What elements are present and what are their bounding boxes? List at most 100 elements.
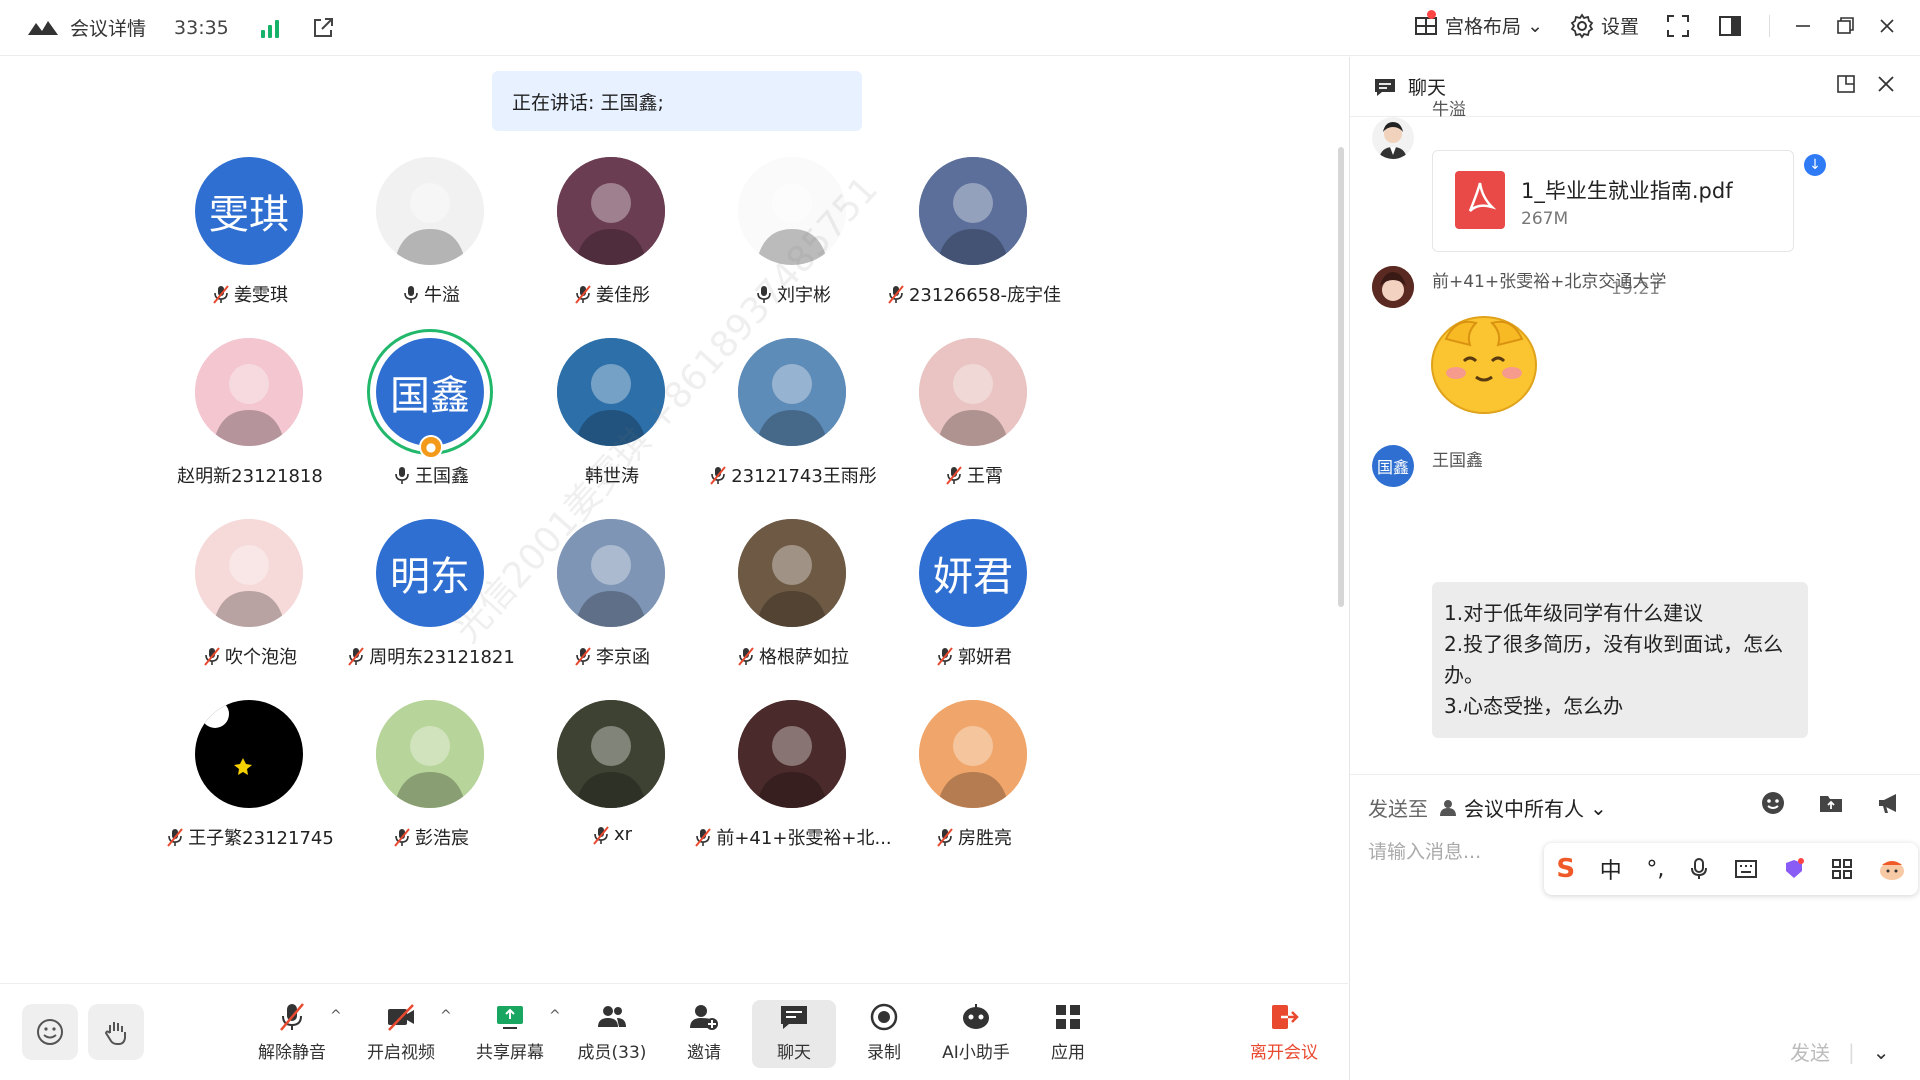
unmute-button[interactable]: 解除静音 — [250, 1000, 334, 1068]
participant-avatar — [919, 157, 1027, 265]
folder-icon[interactable] — [1817, 789, 1845, 817]
meeting-details-link[interactable]: 会议详情 — [70, 14, 146, 41]
share-link-icon[interactable] — [311, 16, 335, 40]
apps-label: 应用 — [1051, 1043, 1085, 1063]
avatar-photo-icon — [557, 519, 665, 627]
sidebar-toggle-icon[interactable] — [1717, 13, 1743, 39]
leave-label: 离开会议 — [1250, 1043, 1318, 1063]
start-video-button[interactable]: 开启视频 — [359, 1000, 443, 1068]
share-options-caret[interactable]: ^ — [549, 1008, 561, 1024]
active-speaker-banner: 正在讲话: 王国鑫; — [492, 71, 862, 131]
settings-button[interactable]: 设置 — [1569, 12, 1639, 39]
avatar-photo-icon — [557, 338, 665, 446]
send-button[interactable]: 发送 — [1790, 1037, 1830, 1066]
apps-button[interactable]: 应用 — [1026, 1000, 1110, 1068]
message-line: 1.对于低年级同学有什么建议 — [1444, 601, 1704, 625]
file-attachment-card[interactable]: 1_毕业生就业指南.pdf 267M — [1432, 150, 1794, 252]
participant-name: 王霄 — [967, 466, 1003, 487]
participant-avatar: 妍君 — [919, 519, 1027, 627]
punctuation-icon[interactable]: °, — [1646, 857, 1664, 882]
participant-tile[interactable]: 房胜亮 — [864, 700, 1084, 910]
video-off-icon — [388, 1004, 414, 1031]
mic-muted-icon — [204, 647, 220, 666]
mic-muted-icon — [593, 825, 609, 845]
pdf-file-icon — [1455, 171, 1505, 229]
participant-name: 牛溢 — [424, 285, 460, 306]
popout-icon[interactable] — [1835, 73, 1857, 95]
recipient-label: 会议中所有人 — [1464, 797, 1584, 821]
audio-options-caret[interactable]: ^ — [330, 1008, 342, 1024]
chat-panel: 聊天 牛溢 1_毕业生就业指南.pdf 267M ↓ 19:21 前+41+张雯… — [1349, 57, 1920, 1080]
message-input[interactable]: 请输入消息... — [1368, 837, 1481, 864]
participant-name: 郭妍君 — [958, 647, 1012, 668]
restore-icon[interactable] — [1832, 13, 1858, 39]
stage-scrollbar[interactable] — [1338, 147, 1344, 607]
mic-off-icon — [280, 1003, 304, 1031]
participant-tile[interactable]: 23126658-庞宇佳 — [864, 157, 1084, 367]
record-label: 录制 — [867, 1043, 901, 1063]
participant-avatar: 国鑫 — [376, 338, 484, 446]
hand-icon — [104, 1022, 126, 1045]
avatar-photo-icon — [195, 338, 303, 446]
emoji-reaction-button[interactable] — [22, 1004, 78, 1060]
message-sender: 王国鑫 — [1432, 451, 1483, 471]
avatar-photo-icon — [557, 157, 665, 265]
fullscreen-icon[interactable] — [1665, 13, 1691, 39]
start-video-label: 开启视频 — [367, 1043, 435, 1063]
meeting-controls-bar: 解除静音 ^ 开启视频 ^ 共享屏幕 ^ 成员(33) 邀请 聊天 录制 AI小… — [0, 983, 1348, 1080]
invite-button[interactable]: 邀请 — [662, 1000, 746, 1068]
divider: | — [1848, 1039, 1855, 1064]
avatar-photo-icon — [738, 157, 846, 265]
members-button[interactable]: 成员(33) — [570, 1000, 654, 1068]
leave-meeting-button[interactable]: 离开会议 — [1242, 1000, 1326, 1068]
megaphone-icon[interactable] — [1875, 789, 1903, 817]
share-screen-label: 共享屏幕 — [476, 1043, 544, 1063]
share-screen-button[interactable]: 共享屏幕 — [468, 1000, 552, 1068]
record-icon — [870, 1003, 898, 1031]
smile-icon — [37, 1019, 63, 1045]
message-line: 2.投了很多简历，没有收到面试，怎么办。 — [1444, 632, 1784, 687]
mascot-icon[interactable] — [1878, 857, 1906, 881]
avatar[interactable]: 国鑫 — [1372, 445, 1414, 487]
avatar-photo-icon — [738, 519, 846, 627]
avatar-photo-icon — [376, 700, 484, 808]
participant-name: 吹个泡泡 — [225, 647, 297, 668]
participant-name: 23126658-庞宇佳 — [908, 285, 1062, 306]
voice-input-icon[interactable] — [1689, 857, 1709, 881]
avatar[interactable] — [1372, 117, 1414, 159]
top-bar: 会议详情 33:35 宫格布局 ⌄ 设置 — [0, 0, 1920, 56]
avatar-photo-icon — [919, 700, 1027, 808]
message-line: 3.心态受挫，怎么办 — [1444, 694, 1624, 718]
layout-button[interactable]: 宫格布局 ⌄ — [1413, 10, 1543, 39]
message-bubble[interactable]: 1.对于低年级同学有什么建议 2.投了很多简历，没有收到面试，怎么办。 3.心态… — [1432, 582, 1808, 738]
participant-tile[interactable]: 妍君郭妍君 — [864, 519, 1084, 729]
emoji-icon[interactable] — [1759, 789, 1787, 817]
video-options-caret[interactable]: ^ — [440, 1008, 452, 1024]
avatar[interactable] — [1372, 266, 1414, 308]
keyboard-icon[interactable] — [1734, 859, 1758, 879]
ai-assistant-button[interactable]: AI小助手 — [934, 1000, 1018, 1068]
participant-avatar — [195, 519, 303, 627]
send-options-chevron-icon[interactable]: ⌄ — [1873, 1040, 1890, 1064]
sogou-logo-icon[interactable]: S — [1556, 854, 1575, 884]
mic-icon — [757, 286, 771, 303]
mic-muted-icon — [946, 466, 962, 485]
participant-name: 格根萨如拉 — [759, 647, 849, 668]
meeting-timer: 33:35 — [174, 16, 229, 39]
recipient-selector[interactable]: 会议中所有人 ⌄ — [1438, 793, 1607, 822]
chat-button[interactable]: 聊天 — [752, 1000, 836, 1068]
close-icon[interactable] — [1875, 73, 1897, 95]
participant-tile[interactable]: 王霄 — [864, 338, 1084, 548]
ime-toolbar: S 中 °, — [1544, 843, 1918, 895]
signal-strength-icon[interactable] — [260, 18, 279, 38]
download-icon[interactable]: ↓ — [1804, 154, 1826, 176]
minimize-icon[interactable] — [1790, 13, 1816, 39]
close-window-icon[interactable] — [1874, 13, 1900, 39]
participant-avatar — [376, 157, 484, 265]
ime-language-toggle[interactable]: 中 — [1600, 853, 1622, 885]
mic-muted-icon — [695, 828, 712, 847]
skin-icon[interactable] — [1782, 857, 1806, 881]
raise-hand-button[interactable] — [88, 1004, 144, 1060]
toolbox-grid-icon[interactable] — [1831, 858, 1853, 880]
record-button[interactable]: 录制 — [842, 1000, 926, 1068]
